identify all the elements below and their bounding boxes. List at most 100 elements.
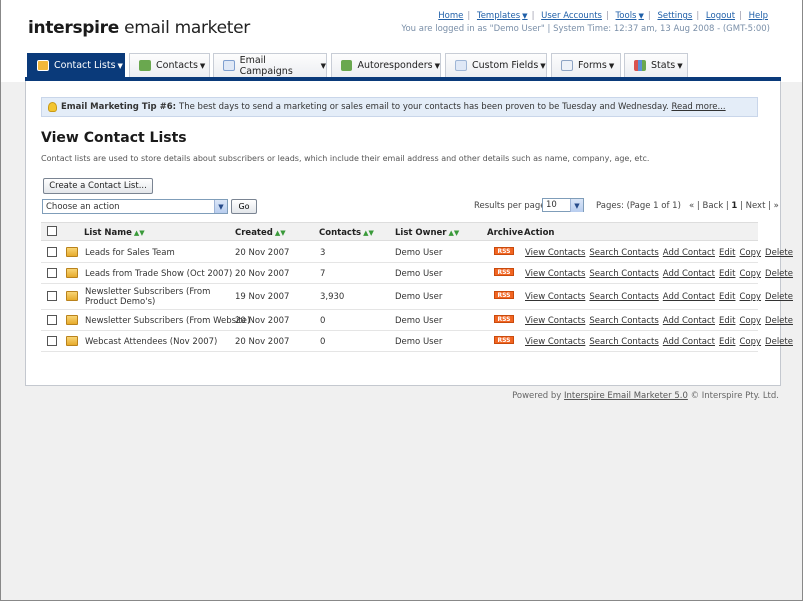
row-checkbox[interactable] [47, 247, 57, 257]
row-actions: View Contacts Search Contacts Add Contact E… [525, 248, 797, 258]
tab-custom-fields[interactable]: Custom Fields ▼ [445, 53, 547, 77]
sort-arrows-icon[interactable]: ▲▼ [449, 229, 460, 237]
search-contacts-link[interactable]: Search Contacts [589, 248, 658, 258]
list-owner: Demo User [395, 248, 443, 258]
rss-icon[interactable]: RSS [494, 291, 514, 299]
first-page-link[interactable]: « [689, 201, 694, 211]
row-checkbox[interactable] [47, 291, 57, 301]
search-contacts-link[interactable]: Search Contacts [589, 337, 658, 347]
sort-arrows-icon[interactable]: ▲▼ [134, 229, 145, 237]
forms-icon [561, 60, 573, 71]
folder-icon [66, 247, 78, 257]
chevron-down-icon: ▼ [434, 61, 440, 70]
view-contacts-link[interactable]: View Contacts [525, 292, 585, 302]
user-accounts-link[interactable]: User Accounts [541, 11, 602, 21]
column-list-name[interactable]: List Name ▲▼ [84, 228, 145, 238]
edit-link[interactable]: Edit [719, 248, 735, 258]
edit-link[interactable]: Edit [719, 316, 735, 326]
create-contact-list-button[interactable]: Create a Contact List... [43, 178, 153, 194]
go-button[interactable]: Go [231, 199, 257, 214]
action-select[interactable]: Choose an action ▼ [42, 199, 228, 214]
edit-link[interactable]: Edit [719, 269, 735, 279]
copy-link[interactable]: Copy [739, 269, 761, 279]
contacts-count: 3 [320, 248, 326, 258]
view-contacts-link[interactable]: View Contacts [525, 316, 585, 326]
contacts-count: 0 [320, 316, 326, 326]
copy-link[interactable]: Copy [739, 248, 761, 258]
chevron-down-icon: ▼ [608, 61, 615, 70]
results-per-page-select[interactable]: 10 ▼ [542, 198, 584, 212]
delete-link[interactable]: Delete [765, 292, 793, 302]
back-link[interactable]: | Back | [697, 201, 729, 211]
row-checkbox[interactable] [47, 336, 57, 346]
row-checkbox[interactable] [47, 315, 57, 325]
row-checkbox[interactable] [47, 268, 57, 278]
view-contacts-link[interactable]: View Contacts [525, 337, 585, 347]
tab-stats[interactable]: Stats ▼ [624, 53, 688, 77]
edit-link[interactable]: Edit [719, 337, 735, 347]
delete-link[interactable]: Delete [765, 337, 793, 347]
results-per-page-label: Results per page: [474, 201, 549, 211]
folder-icon [66, 291, 78, 301]
contacts-icon [139, 60, 151, 71]
last-page-link[interactable]: » [774, 201, 779, 211]
product-link[interactable]: Interspire Email Marketer 5.0 [564, 391, 688, 401]
created-date: 20 Nov 2007 [235, 248, 290, 258]
read-more-link[interactable]: Read more... [671, 102, 725, 112]
sort-arrows-icon[interactable]: ▲▼ [363, 229, 374, 237]
folder-icon [66, 268, 78, 278]
column-created[interactable]: Created ▲▼ [235, 228, 286, 238]
rss-icon[interactable]: RSS [494, 268, 514, 276]
column-list-owner[interactable]: List Owner ▲▼ [395, 228, 459, 238]
add-contact-link[interactable]: Add Contact [663, 269, 715, 279]
delete-link[interactable]: Delete [765, 316, 793, 326]
app-header: interspire email marketer Home | Template… [1, 0, 802, 52]
templates-link[interactable]: Templates ▼ [477, 11, 528, 21]
list-owner: Demo User [395, 316, 443, 326]
next-link[interactable]: | Next | [740, 201, 771, 211]
tab-contacts[interactable]: Contacts ▼ [129, 53, 210, 77]
view-contacts-link[interactable]: View Contacts [525, 248, 585, 258]
app-logo[interactable]: interspire email marketer [28, 18, 250, 38]
search-contacts-link[interactable]: Search Contacts [589, 269, 658, 279]
tab-email-campaigns[interactable]: Email Campaigns ▼ [213, 53, 327, 77]
tab-forms[interactable]: Forms ▼ [551, 53, 621, 77]
delete-link[interactable]: Delete [765, 269, 793, 279]
chevron-down-icon[interactable]: ▼ [570, 199, 583, 212]
rss-icon[interactable]: RSS [494, 336, 514, 344]
home-link[interactable]: Home [438, 11, 463, 21]
select-all-checkbox[interactable] [47, 226, 57, 236]
table-header: List Name ▲▼ Created ▲▼ Contacts ▲▼ List Ow… [41, 222, 758, 241]
chevron-down-icon: ▼ [638, 12, 644, 20]
table-row: Leads for Sales Team 20 Nov 2007 3 Demo Use… [41, 242, 793, 263]
settings-link[interactable]: Settings [657, 11, 692, 21]
delete-link[interactable]: Delete [765, 248, 793, 258]
logout-link[interactable]: Logout [706, 11, 735, 21]
chevron-down-icon: ▼ [522, 12, 528, 20]
tab-contact-lists[interactable]: Contact Lists ▼ [27, 53, 125, 77]
tab-autoresponders[interactable]: Autoresponders ▼ [331, 53, 441, 77]
copy-link[interactable]: Copy [739, 316, 761, 326]
view-contacts-link[interactable]: View Contacts [525, 269, 585, 279]
pagination: Pages: (Page 1 of 1) « | Back | 1 | Next… [596, 201, 779, 211]
add-contact-link[interactable]: Add Contact [663, 292, 715, 302]
rss-icon[interactable]: RSS [494, 247, 514, 255]
add-contact-link[interactable]: Add Contact [663, 248, 715, 258]
copy-link[interactable]: Copy [739, 337, 761, 347]
tools-link[interactable]: Tools ▼ [616, 11, 644, 21]
help-link[interactable]: Help [749, 11, 768, 21]
contacts-count: 0 [320, 337, 326, 347]
add-contact-link[interactable]: Add Contact [663, 316, 715, 326]
search-contacts-link[interactable]: Search Contacts [589, 292, 658, 302]
edit-link[interactable]: Edit [719, 292, 735, 302]
add-contact-link[interactable]: Add Contact [663, 337, 715, 347]
search-contacts-link[interactable]: Search Contacts [589, 316, 658, 326]
current-page: 1 [731, 201, 738, 211]
column-contacts[interactable]: Contacts ▲▼ [319, 228, 374, 238]
sort-arrows-icon[interactable]: ▲▼ [275, 229, 286, 237]
copy-link[interactable]: Copy [739, 292, 761, 302]
email-campaigns-icon [223, 60, 235, 71]
chevron-down-icon[interactable]: ▼ [214, 200, 227, 213]
rss-icon[interactable]: RSS [494, 315, 514, 323]
row-actions: View Contacts Search Contacts Add Contact E… [525, 337, 797, 347]
